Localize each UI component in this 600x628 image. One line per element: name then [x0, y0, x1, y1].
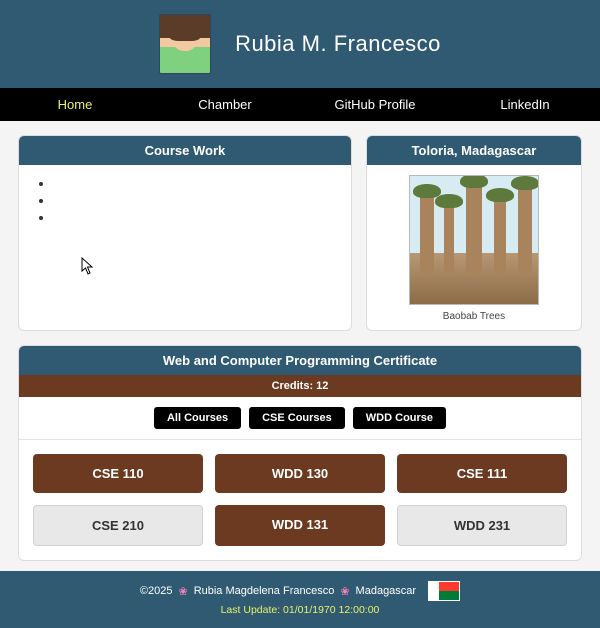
course-tile[interactable]: CSE 110 [33, 454, 203, 493]
list-item [53, 210, 333, 224]
cursor-icon [81, 257, 95, 275]
course-tile[interactable]: CSE 111 [397, 454, 567, 493]
course-tile[interactable]: WDD 131 [215, 505, 385, 546]
course-tile[interactable]: WDD 231 [397, 505, 567, 546]
flower-icon: ❀ [178, 585, 187, 598]
nav-linkedin[interactable]: LinkedIn [450, 88, 600, 121]
location-caption: Baobab Trees [377, 311, 571, 322]
nav-home[interactable]: Home [0, 88, 150, 121]
filter-all-button[interactable]: All Courses [154, 407, 241, 429]
footer-country: Madagascar [356, 585, 417, 597]
madagascar-flag-icon [428, 581, 460, 601]
course-grid: CSE 110 WDD 130 CSE 111 CSE 210 WDD 131 … [19, 440, 581, 560]
page-footer: ©2025 ❀ Rubia Magdelena Francesco ❀ Mada… [0, 571, 600, 628]
certificate-panel: Web and Computer Programming Certificate… [18, 345, 582, 561]
list-item [53, 176, 333, 190]
footer-last-update: Last Update: 01/01/1970 12:00:00 [0, 604, 600, 616]
certificate-title: Web and Computer Programming Certificate [19, 346, 581, 375]
footer-copyright: ©2025 [140, 585, 173, 597]
filter-cse-button[interactable]: CSE Courses [249, 407, 345, 429]
course-work-title: Course Work [19, 136, 351, 165]
course-work-list [41, 176, 333, 224]
footer-full-name: Rubia Magdelena Francesco [194, 585, 335, 597]
nav-github[interactable]: GitHub Profile [300, 88, 450, 121]
credits-label: Credits: 12 [19, 375, 581, 397]
nav-chamber[interactable]: Chamber [150, 88, 300, 121]
list-item [53, 193, 333, 207]
filter-wdd-button[interactable]: WDD Course [353, 407, 446, 429]
location-panel: Toloria, Madagascar Baobab Trees [366, 135, 582, 331]
location-title: Toloria, Madagascar [367, 136, 581, 165]
filter-row: All Courses CSE Courses WDD Course [19, 397, 581, 440]
site-name: Rubia M. Francesco [235, 31, 441, 57]
course-tile[interactable]: CSE 210 [33, 505, 203, 546]
avatar [159, 14, 211, 74]
course-work-panel: Course Work [18, 135, 352, 331]
location-image [409, 175, 539, 305]
course-work-body [19, 165, 351, 315]
page-header: Rubia M. Francesco [0, 0, 600, 88]
main-nav: Home Chamber GitHub Profile LinkedIn [0, 88, 600, 121]
flower-icon: ❀ [340, 585, 349, 598]
course-tile[interactable]: WDD 130 [215, 454, 385, 493]
